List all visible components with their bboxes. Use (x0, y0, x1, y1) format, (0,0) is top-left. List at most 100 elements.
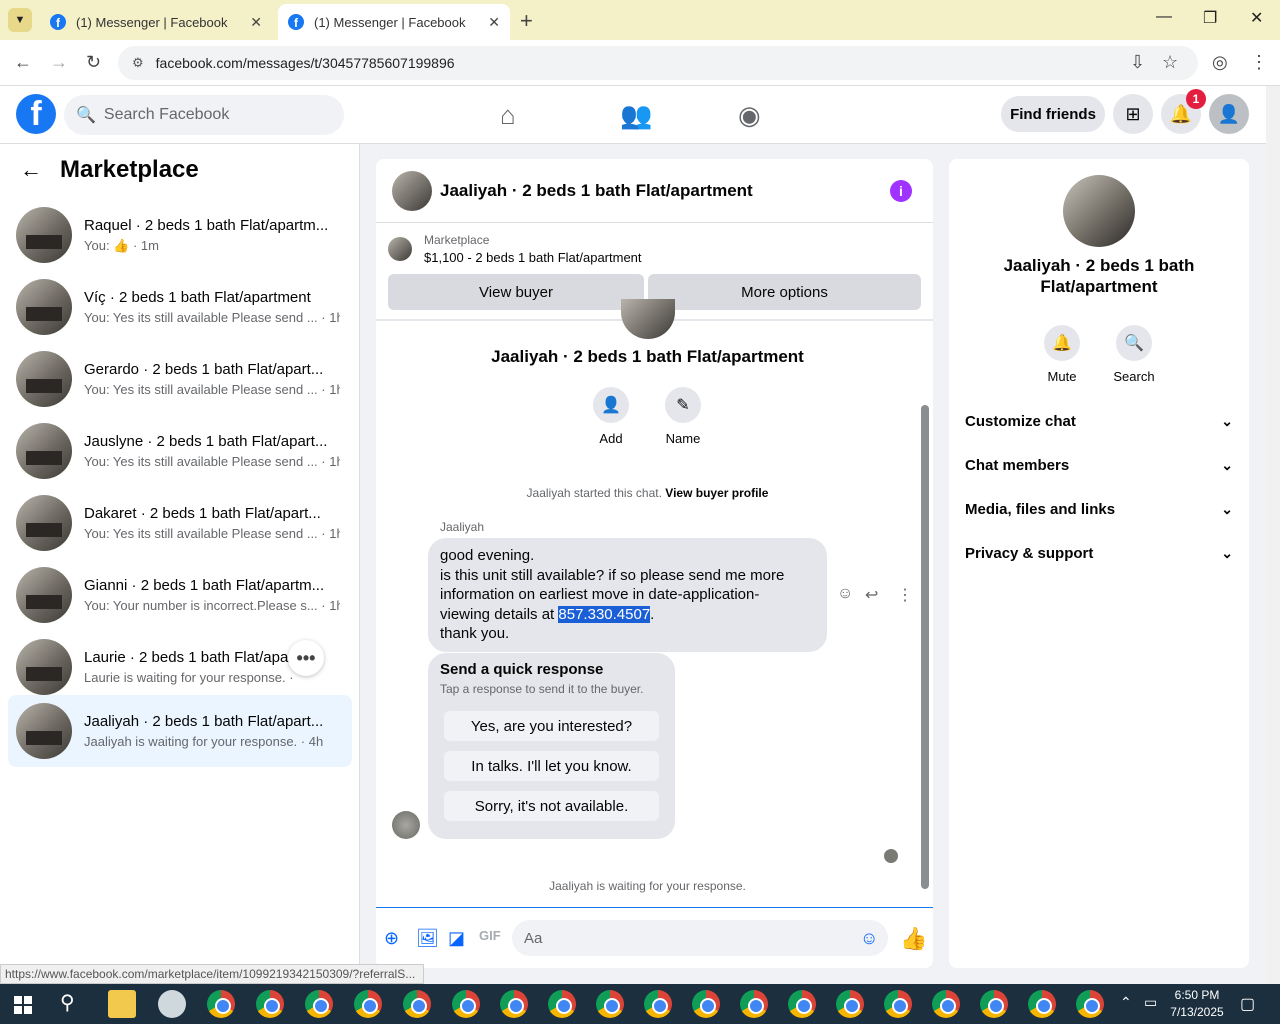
back-icon[interactable]: ← (14, 52, 32, 73)
chat-started-note: Jaaliyah started this chat. View buyer p… (376, 486, 919, 500)
chrome-icon[interactable] (548, 990, 576, 1018)
conversation-item[interactable]: Gerardo · 2 beds 1 bath Flat/apart... You… (8, 343, 352, 415)
chrome-icon-active[interactable] (644, 990, 672, 1018)
browser-tab-2[interactable]: f (1) Messenger | Facebook ✕ (278, 4, 510, 40)
conversation-item[interactable]: Gianni · 2 beds 1 bath Flat/apartm... You… (8, 559, 352, 631)
menu-grid-icon[interactable]: ⊞ (1113, 94, 1153, 134)
chrome-icon[interactable] (305, 990, 333, 1018)
search-action[interactable]: 🔍 Search (1104, 325, 1164, 384)
search-facebook-input[interactable]: 🔍 Search Facebook (64, 95, 344, 135)
groups-icon[interactable]: ◉ (738, 100, 761, 131)
view-buyer-button[interactable]: View buyer (388, 274, 644, 310)
find-friends-button[interactable]: Find friends (1001, 96, 1105, 132)
quick-response-title: Send a quick response (440, 661, 604, 678)
back-arrow-icon[interactable]: ← (20, 157, 42, 183)
thumbs-up-icon[interactable]: 👍 (900, 926, 927, 952)
browser-tab-1[interactable]: f (1) Messenger | Facebook ✕ (40, 4, 272, 40)
facebook-logo-icon[interactable]: f (16, 94, 56, 134)
account-avatar[interactable]: 👤 (1209, 94, 1249, 134)
conversation-more-icon[interactable]: ••• (288, 640, 324, 676)
forward-icon[interactable]: → (50, 52, 68, 73)
chrome-icon[interactable] (403, 990, 431, 1018)
info-icon[interactable]: i (890, 180, 912, 202)
install-app-icon[interactable]: ⇩ (1130, 52, 1145, 73)
chrome-icon[interactable] (1028, 990, 1056, 1018)
close-tab-icon[interactable]: ✕ (250, 14, 262, 31)
profile-icon[interactable]: ◎ (1212, 52, 1228, 73)
taskbar-search-icon[interactable]: ⚲ (60, 990, 75, 1015)
quick-response-button[interactable]: Yes, are you interested? (444, 711, 659, 741)
chrome-icon[interactable] (884, 990, 912, 1018)
reload-icon[interactable]: ↻ (86, 52, 101, 73)
close-tab-icon[interactable]: ✕ (488, 14, 500, 31)
page-scrollbar[interactable] (1266, 86, 1280, 984)
chrome-icon[interactable] (836, 990, 864, 1018)
quick-response-button[interactable]: Sorry, it's not available. (444, 791, 659, 821)
plus-circle-icon[interactable]: ⊕ (384, 928, 399, 949)
chrome-icon[interactable] (256, 990, 284, 1018)
chrome-icon[interactable] (740, 990, 768, 1018)
quick-response-button[interactable]: In talks. I'll let you know. (444, 751, 659, 781)
chrome-icon[interactable] (207, 990, 235, 1018)
chat-scrollbar-thumb[interactable] (921, 405, 929, 889)
chrome-icon[interactable] (692, 990, 720, 1018)
close-window-icon[interactable]: ✕ (1250, 8, 1263, 28)
reply-icon[interactable]: ↩ (865, 585, 878, 605)
home-icon[interactable]: ⌂ (500, 100, 516, 131)
chrome-icon[interactable] (354, 990, 382, 1018)
file-explorer-icon[interactable] (108, 990, 136, 1018)
sticker-icon[interactable]: ◪ (448, 928, 465, 949)
site-info-icon[interactable]: ⚙ (132, 55, 144, 71)
windows-start-icon[interactable] (14, 996, 32, 1014)
chevron-down-icon: ⌄ (1221, 544, 1233, 561)
message-more-icon[interactable]: ⋮ (897, 585, 913, 605)
taskbar-clock[interactable]: 6:50 PM 7/13/2025 (1166, 987, 1228, 1021)
photo-icon[interactable]: 🖼 (416, 928, 439, 949)
mute-action[interactable]: 🔔 Mute (1032, 325, 1092, 384)
media-files-links-section[interactable]: Media, files and links ⌄ (965, 491, 1233, 527)
conversation-item[interactable]: Jauslyne · 2 beds 1 bath Flat/apart... Yo… (8, 415, 352, 487)
message-input[interactable]: Aa (512, 920, 888, 956)
browser-menu-icon[interactable]: ⋮ (1250, 52, 1268, 73)
message-bubble[interactable]: good evening. is this unit still availab… (428, 538, 827, 652)
view-buyer-profile-link[interactable]: View buyer profile (665, 486, 768, 500)
new-tab-icon[interactable]: + (520, 8, 533, 34)
chat-title[interactable]: Jaaliyah · 2 beds 1 bath Flat/apartment (440, 181, 753, 201)
chrome-icon[interactable] (788, 990, 816, 1018)
more-options-button[interactable]: More options (648, 274, 921, 310)
react-emoji-icon[interactable]: ☺ (837, 585, 853, 603)
chrome-icon[interactable] (1076, 990, 1104, 1018)
chrome-icon[interactable] (980, 990, 1008, 1018)
gif-icon[interactable]: GIF (479, 928, 501, 943)
bookmark-star-icon[interactable]: ☆ (1162, 52, 1178, 73)
privacy-support-section[interactable]: Privacy & support ⌄ (965, 535, 1233, 571)
conversation-name: Dakaret · 2 beds 1 bath Flat/apart... (84, 505, 321, 522)
conversation-name: Gerardo · 2 beds 1 bath Flat/apart... (84, 361, 324, 378)
friends-icon[interactable]: 👥 (620, 100, 652, 131)
emoji-icon[interactable]: ☺ (860, 928, 878, 949)
tab-search-dropdown[interactable]: ▼ (8, 8, 32, 32)
address-bar[interactable]: ⚙ facebook.com/messages/t/30457785607199… (118, 46, 1198, 80)
conversation-item[interactable]: Raquel · 2 beds 1 bath Flat/apartm... You… (8, 199, 352, 271)
search-icon: 🔍 (1116, 325, 1152, 361)
chat-members-section[interactable]: Chat members ⌄ (965, 447, 1233, 483)
marketplace-listing[interactable]: Marketplace $1,100 - 2 beds 1 bath Flat/… (388, 233, 642, 265)
network-icon[interactable]: ▭ (1144, 994, 1157, 1011)
add-action[interactable]: 👤 Add (581, 387, 641, 446)
app-icon[interactable] (158, 990, 186, 1018)
chrome-icon[interactable] (596, 990, 624, 1018)
chat-avatar[interactable] (392, 170, 432, 211)
chrome-icon[interactable] (500, 990, 528, 1018)
conversation-item[interactable]: Dakaret · 2 beds 1 bath Flat/apart... You… (8, 487, 352, 559)
phone-number-selection[interactable]: 857.330.4507 (558, 605, 651, 623)
conversation-item[interactable]: Víç · 2 beds 1 bath Flat/apartment You: Y… (8, 271, 352, 343)
name-action[interactable]: ✎ Name (653, 387, 713, 446)
chrome-icon[interactable] (932, 990, 960, 1018)
restore-icon[interactable]: ❐ (1203, 8, 1217, 28)
customize-chat-section[interactable]: Customize chat ⌄ (965, 403, 1233, 439)
tray-chevron-up-icon[interactable]: ⌃ (1120, 994, 1132, 1011)
notification-center-icon[interactable]: ▢ (1240, 994, 1255, 1014)
chrome-icon[interactable] (452, 990, 480, 1018)
conversation-item-active[interactable]: Jaaliyah · 2 beds 1 bath Flat/apart... Ja… (8, 695, 352, 767)
minimize-icon[interactable]: — (1156, 8, 1172, 26)
